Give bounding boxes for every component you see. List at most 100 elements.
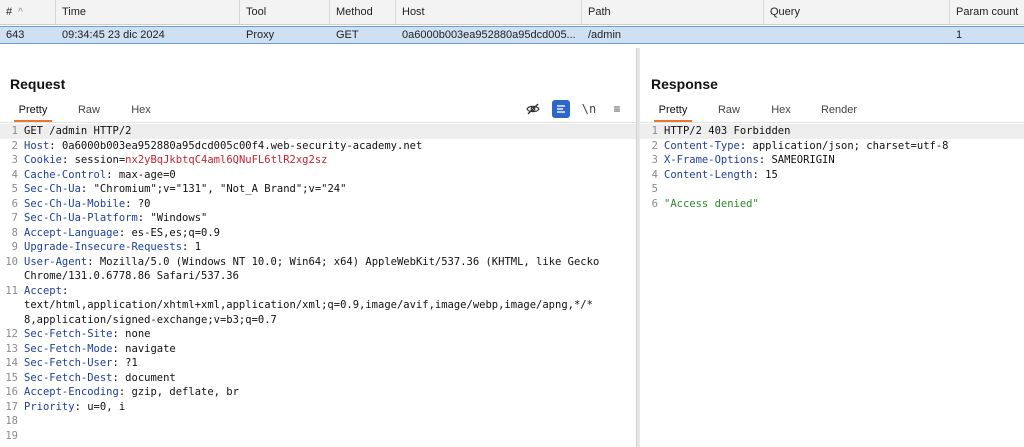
header-name: Sec-Fetch-Dest — [24, 371, 113, 384]
history-table: # ^ Time Tool Method Host Path Query Para… — [0, 0, 1024, 48]
line-number: 15 — [5, 371, 18, 384]
request-toolbar: \n ≡ — [518, 100, 628, 120]
col-header-num[interactable]: # ^ — [0, 0, 56, 24]
line-content: Priority: u=0, i — [24, 400, 632, 415]
header-separator: : — [49, 139, 62, 152]
request-line: 18 — [0, 414, 636, 429]
line-number: 9 — [11, 241, 18, 253]
line-number: 5 — [651, 183, 658, 195]
header-value: "Windows" — [150, 212, 208, 224]
request-tab-raw[interactable]: Raw — [76, 100, 102, 122]
col-header-host[interactable]: Host — [396, 0, 582, 24]
line-content: HTTP/2 403 Forbidden — [664, 124, 1020, 139]
line-number: 14 — [5, 357, 18, 369]
line-number: 12 — [5, 328, 18, 340]
header-separator: : — [87, 255, 100, 268]
cell-path: /admin — [588, 29, 622, 41]
header-separator: : — [80, 183, 94, 195]
header-name: Sec-Fetch-Site — [24, 328, 113, 340]
header-value: none — [125, 328, 151, 340]
header-name: Upgrade-Insecure-Requests — [24, 241, 183, 253]
header-value: 1 — [194, 241, 202, 253]
header-separator: : — [112, 342, 126, 355]
line-content: Host: 0a6000b003ea952880a95dcd005c00f4.w… — [24, 139, 632, 154]
response-line: 3 X-Frame-Options: SAMEORIGIN — [640, 153, 1024, 168]
header-separator: : — [112, 357, 126, 369]
request-line: 12 Sec-Fetch-Site: none — [0, 327, 636, 342]
line-number: 2 — [11, 139, 18, 152]
col-header-time[interactable]: Time — [56, 0, 240, 24]
line-number: 19 — [5, 429, 18, 442]
response-tabs: Pretty Raw Hex Render — [650, 100, 1020, 122]
response-line: 4 Content-Length: 15 — [640, 168, 1024, 183]
request-line: text/html,application/xhtml+xml,applicat… — [0, 298, 636, 313]
header-value: max-age=0 — [118, 168, 176, 181]
header-name: Content-Length — [664, 168, 753, 181]
request-editor[interactable]: 1 GET /admin HTTP/2 2 Host: 0a6000b003ea952… — [0, 124, 636, 447]
line-number: 1 — [11, 125, 18, 137]
line-number: 5 — [11, 183, 18, 195]
request-line: 3 Cookie: session=nx2yBqJkbtqC4aml6QNuFL6… — [0, 153, 636, 168]
cell-time: 09:34:45 23 dic 2024 — [62, 29, 165, 41]
line-number: 2 — [651, 139, 658, 152]
request-line: 14 Sec-Fetch-User: ?1 — [0, 356, 636, 371]
response-pane: Response Pretty Raw Hex Render 1 HTTP/2 4… — [640, 48, 1024, 447]
header-name: Content-Type — [664, 139, 740, 152]
line-number: 7 — [11, 212, 18, 224]
line-number: 18 — [5, 415, 18, 427]
header-separator: : — [182, 241, 195, 253]
table-row[interactable]: 643 09:34:45 23 dic 2024 Proxy GET 0a600… — [0, 26, 1024, 44]
line-content: Cache-Control: max-age=0 — [24, 168, 632, 183]
col-header-tool[interactable]: Tool — [240, 0, 330, 24]
line-content: "Access denied" — [664, 197, 1020, 212]
request-line: Chrome/131.0.6778.86 Safari/537.36 — [0, 269, 636, 284]
header-value: u=0, i — [87, 400, 126, 413]
header-name: Host — [24, 139, 50, 152]
cell-param-count: 1 — [956, 29, 963, 41]
response-tab-pretty[interactable]: Pretty — [654, 100, 692, 122]
response-tab-render[interactable]: Render — [816, 100, 862, 122]
line-number: 11 — [5, 284, 18, 297]
line-number: 16 — [5, 386, 18, 398]
line-content: Sec-Ch-Ua-Platform: "Windows" — [24, 211, 632, 226]
line-number: 10 — [5, 255, 18, 268]
col-header-param-count[interactable]: Param count — [950, 0, 1024, 24]
response-editor[interactable]: 1 HTTP/2 403 Forbidden 2 Content-Type: appl… — [640, 124, 1024, 447]
line-number: 4 — [11, 168, 18, 181]
header-separator: : — [125, 197, 138, 210]
request-tab-hex[interactable]: Hex — [128, 100, 154, 122]
header-name: Accept — [24, 284, 62, 297]
header-value: 0a6000b003ea952880a95dcd005c00f4.web-sec… — [61, 139, 423, 152]
request-line: 2 Host: 0a6000b003ea952880a95dcd005c00f4.… — [0, 139, 636, 154]
hide-eye-icon[interactable] — [524, 100, 542, 118]
header-value: text/html,application/xhtml+xml,applicat… — [24, 299, 593, 311]
header-name: Accept-Language — [24, 226, 119, 239]
line-content: Upgrade-Insecure-Requests: 1 — [24, 240, 632, 255]
col-header-path[interactable]: Path — [582, 0, 764, 24]
response-tab-hex[interactable]: Hex — [768, 100, 794, 122]
response-body-string: "Access denied" — [664, 197, 759, 210]
header-name: Cookie — [24, 154, 62, 166]
request-line: 15 Sec-Fetch-Dest: document — [0, 371, 636, 386]
newline-toggle-icon[interactable]: \n — [580, 100, 598, 118]
request-line: 4 Cache-Control: max-age=0 — [0, 168, 636, 183]
response-tab-raw[interactable]: Raw — [716, 100, 742, 122]
col-header-method[interactable]: Method — [330, 0, 396, 24]
request-line: 13 Sec-Fetch-Mode: navigate — [0, 342, 636, 357]
col-header-query[interactable]: Query — [764, 0, 950, 24]
header-name: User-Agent — [24, 255, 88, 268]
header-value: "Chromium";v="131", "Not_A Brand";v="24" — [93, 183, 347, 195]
request-line: 19 — [0, 429, 636, 444]
request-tab-divider — [0, 122, 636, 123]
request-line: 8 Accept-Language: es-ES,es;q=0.9 — [0, 226, 636, 241]
request-tab-pretty[interactable]: Pretty — [14, 100, 52, 122]
line-content: Sec-Ch-Ua-Mobile: ?0 — [24, 197, 632, 212]
header-name: X-Frame-Options — [664, 154, 759, 166]
cookie-session-value: nx2yBqJkbtqC4aml6QNuFL6tlR2xg2sz — [125, 154, 328, 166]
pretty-format-icon[interactable] — [552, 100, 570, 118]
cell-tool: Proxy — [246, 29, 275, 41]
menu-icon[interactable]: ≡ — [608, 100, 626, 118]
line-content: Sec-Fetch-Mode: navigate — [24, 342, 632, 357]
sort-asc-icon: ^ — [18, 7, 23, 18]
response-tab-divider — [640, 122, 1024, 123]
